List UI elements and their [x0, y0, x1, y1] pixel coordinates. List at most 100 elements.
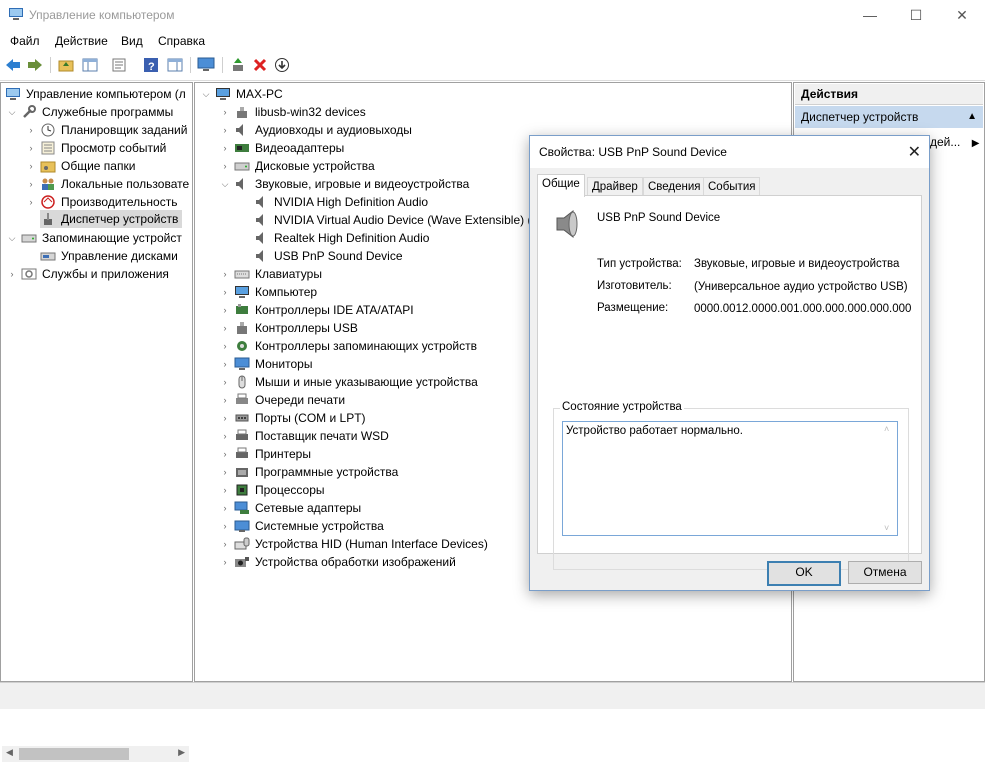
device-category[interactable]: › libusb-win32 devices: [220, 103, 366, 121]
collapse-up-icon[interactable]: ▲: [967, 106, 977, 128]
disable-icon[interactable]: [273, 56, 291, 74]
device-category[interactable]: › Порты (COM и LPT): [220, 409, 366, 427]
device-category[interactable]: › Дисковые устройства: [220, 157, 375, 175]
ok-button[interactable]: OK: [767, 561, 841, 586]
chevron-right-icon[interactable]: ›: [220, 557, 230, 567]
maximize-button[interactable]: ☐: [893, 0, 939, 30]
chevron-right-icon[interactable]: ›: [220, 413, 230, 423]
tab-general[interactable]: Общие: [537, 174, 585, 197]
tree-item-shared-folders[interactable]: › Общие папки: [26, 157, 136, 175]
uninstall-icon[interactable]: [251, 56, 269, 74]
scroll-up-icon[interactable]: ˄: [884, 424, 889, 434]
chevron-right-icon[interactable]: ›: [220, 161, 230, 171]
device-category[interactable]: › Сетевые адаптеры: [220, 499, 362, 517]
update-driver-icon[interactable]: [229, 56, 247, 74]
chevron-right-icon[interactable]: ›: [220, 521, 230, 531]
chevron-right-icon[interactable]: ›: [220, 449, 230, 459]
device-category[interactable]: › Мониторы: [220, 355, 313, 373]
chevron-right-icon[interactable]: ›: [220, 305, 230, 315]
chevron-right-icon[interactable]: ›: [220, 503, 230, 513]
device-category[interactable]: › Клавиатуры: [220, 265, 322, 283]
tree-item-event-viewer[interactable]: › Просмотр событий: [26, 139, 167, 157]
chevron-right-icon[interactable]: ›: [26, 143, 36, 153]
chevron-right-icon[interactable]: ›: [220, 359, 230, 369]
scroll-right-icon[interactable]: ▶: [178, 747, 185, 758]
chevron-right-icon[interactable]: ›: [220, 269, 230, 279]
help-icon[interactable]: ?: [142, 56, 160, 74]
device-category[interactable]: › Контроллеры USB: [220, 319, 358, 337]
horizontal-scrollbar[interactable]: ◀ ▶: [2, 746, 189, 762]
chevron-right-icon[interactable]: ›: [220, 377, 230, 387]
vertical-scrollbar[interactable]: ˄ ˅: [881, 423, 896, 534]
chevron-right-icon[interactable]: ›: [26, 197, 36, 207]
device-category[interactable]: › Аудиовходы и аудиовыходы: [220, 121, 412, 139]
device-category[interactable]: › Процессоры: [220, 481, 325, 499]
chevron-down-icon[interactable]: ⌵: [201, 89, 211, 100]
device-category[interactable]: › Системные устройства: [220, 517, 384, 535]
tree-item-storage[interactable]: ⌵ Запоминающие устройст: [7, 229, 182, 247]
scroll-thumb[interactable]: [19, 748, 129, 760]
tree-item-disk-management[interactable]: Управление дисками: [40, 247, 178, 265]
tree-item-device-manager[interactable]: Диспетчер устройств: [40, 210, 183, 228]
chevron-right-icon[interactable]: ›: [220, 395, 230, 405]
up-folder-icon[interactable]: [57, 56, 75, 74]
chevron-right-icon[interactable]: ›: [220, 467, 230, 477]
properties-icon[interactable]: [110, 56, 128, 74]
minimize-button[interactable]: —: [847, 0, 893, 30]
device-category[interactable]: › Видеоадаптеры: [220, 139, 345, 157]
device-category[interactable]: › Контроллеры запоминающих устройств: [220, 337, 477, 355]
device-category[interactable]: › Поставщик печати WSD: [220, 427, 389, 445]
device-status-textbox[interactable]: Устройство работает нормально. ˄ ˅: [562, 421, 898, 536]
device-category-expanded[interactable]: ⌵ Звуковые, игровые и видеоустройства: [220, 175, 470, 193]
action-pane-icon[interactable]: [166, 56, 184, 74]
device-item-selected[interactable]: USB PnP Sound Device: [253, 247, 403, 265]
chevron-down-icon[interactable]: ⌵: [7, 233, 17, 244]
chevron-right-icon[interactable]: ›: [220, 431, 230, 441]
tab-events[interactable]: События: [703, 177, 761, 196]
chevron-right-icon[interactable]: ›: [220, 341, 230, 351]
scroll-left-icon[interactable]: ◀: [6, 747, 13, 758]
device-item[interactable]: NVIDIA Virtual Audio Device (Wave Extens…: [253, 211, 543, 229]
show-tree-icon[interactable]: [81, 56, 99, 74]
tree-item-system-tools[interactable]: ⌵ Служебные программы: [7, 103, 173, 121]
forward-icon[interactable]: [26, 56, 44, 74]
more-actions[interactable]: дей... ▶: [930, 135, 979, 149]
dialog-close-button[interactable]: ✕: [908, 142, 921, 162]
actions-device-manager[interactable]: Диспетчер устройств ▲: [795, 106, 983, 128]
device-category[interactable]: › Программные устройства: [220, 463, 399, 481]
menu-view[interactable]: Вид: [121, 34, 143, 48]
device-category[interactable]: › Контроллеры IDE ATA/ATAPI: [220, 301, 414, 319]
chevron-right-icon[interactable]: ›: [220, 107, 230, 117]
tab-details[interactable]: Сведения: [643, 177, 706, 196]
monitor-icon[interactable]: [197, 56, 215, 74]
device-category[interactable]: › Компьютер: [220, 283, 318, 301]
menu-file[interactable]: Файл: [10, 34, 40, 48]
chevron-down-icon[interactable]: ⌵: [7, 107, 17, 118]
device-item[interactable]: Realtek High Definition Audio: [253, 229, 429, 247]
chevron-right-icon[interactable]: ›: [220, 287, 230, 297]
tree-item-local-users[interactable]: › Локальные пользовате: [26, 175, 190, 193]
device-category[interactable]: › Мыши и иные указывающие устройства: [220, 373, 478, 391]
device-category[interactable]: › Принтеры: [220, 445, 311, 463]
chevron-right-icon[interactable]: ›: [26, 161, 36, 171]
device-item[interactable]: NVIDIA High Definition Audio: [253, 193, 428, 211]
tree-item-performance[interactable]: › Производительность: [26, 193, 178, 211]
chevron-right-icon[interactable]: ›: [220, 323, 230, 333]
chevron-right-icon[interactable]: ›: [220, 143, 230, 153]
device-category[interactable]: › Устройства HID (Human Interface Devices…: [220, 535, 488, 553]
chevron-right-icon[interactable]: ›: [220, 539, 230, 549]
device-category[interactable]: › Очереди печати: [220, 391, 346, 409]
tab-driver[interactable]: Драйвер: [587, 177, 643, 196]
tree-item-task-scheduler[interactable]: › Планировщик заданий: [26, 121, 188, 139]
scroll-down-icon[interactable]: ˅: [884, 523, 889, 533]
tree-root[interactable]: Управление компьютером (л: [5, 85, 186, 103]
chevron-right-icon[interactable]: ›: [220, 485, 230, 495]
chevron-right-icon[interactable]: ›: [7, 269, 17, 279]
tree-item-services-apps[interactable]: › Службы и приложения: [7, 265, 169, 283]
chevron-down-icon[interactable]: ⌵: [220, 179, 230, 190]
menu-help[interactable]: Справка: [158, 34, 205, 48]
menu-action[interactable]: Действие: [55, 34, 108, 48]
close-button[interactable]: ✕: [939, 0, 985, 30]
chevron-right-icon[interactable]: ›: [26, 179, 36, 189]
device-tree-root[interactable]: ⌵ MAX-PC: [201, 85, 283, 103]
